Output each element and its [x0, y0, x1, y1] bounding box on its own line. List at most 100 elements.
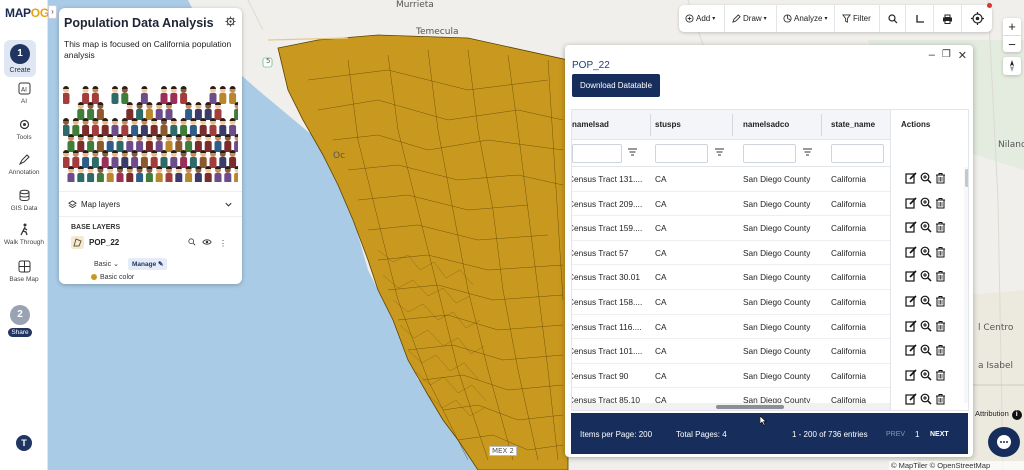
row-actions [905, 393, 946, 405]
trash-icon[interactable] [935, 246, 946, 258]
edit-icon[interactable] [905, 172, 917, 184]
collapse-sidebar-button[interactable]: › [48, 5, 57, 19]
color-label: Basic color [100, 274, 135, 281]
tool-base-map[interactable]: Base Map [2, 260, 46, 283]
close-icon[interactable]: ✕ [958, 49, 967, 62]
manage-button[interactable]: Manage ✎ [128, 258, 168, 270]
tool-ai[interactable]: AI AI [2, 82, 46, 105]
compass-button[interactable] [1003, 57, 1021, 75]
current-page: 1 [915, 430, 920, 439]
edit-icon[interactable] [905, 246, 917, 258]
vertical-scrollbar[interactable] [964, 167, 968, 403]
visibility-icon[interactable] [202, 238, 212, 246]
filter-input-namelsadco[interactable] [743, 144, 796, 163]
trash-icon[interactable] [935, 344, 946, 356]
row-actions [905, 172, 946, 184]
minimize-icon[interactable]: – [929, 49, 935, 62]
tool-walk-through[interactable]: Walk Through [2, 223, 46, 246]
filter-lines-icon[interactable] [803, 148, 812, 156]
trash-icon[interactable] [935, 393, 946, 405]
crowd-illustration [63, 86, 238, 182]
zoom-in-icon[interactable] [920, 197, 932, 209]
trash-icon[interactable] [935, 295, 946, 307]
layer-item-pop22[interactable]: POP_22 ⋮ [69, 234, 235, 252]
print-button[interactable] [933, 5, 961, 32]
prev-page-button[interactable]: PREV [886, 431, 905, 438]
zoom-in-icon[interactable] [920, 344, 932, 356]
tool-annotation[interactable]: Annotation [2, 153, 46, 176]
filter-button[interactable]: Filter [834, 5, 871, 32]
download-datatable-button[interactable]: Download Datatable [572, 74, 660, 97]
table-cell: CA [655, 198, 667, 209]
column-header[interactable]: state_name [831, 120, 875, 129]
ai-icon: AI [18, 82, 30, 95]
column-header[interactable]: stusps [655, 120, 681, 129]
compass-icon [1010, 60, 1014, 72]
locate-button[interactable] [961, 3, 992, 32]
filter-input-namelsad[interactable] [572, 144, 622, 163]
gear-icon[interactable] [225, 16, 236, 27]
measure-button[interactable] [905, 5, 933, 32]
app-logo[interactable]: MAPOG [5, 6, 49, 20]
zoom-in-icon[interactable] [920, 295, 932, 307]
svg-text:AI: AI [21, 87, 27, 94]
trash-icon[interactable] [935, 172, 946, 184]
column-header[interactable]: namelsadco [743, 120, 789, 129]
trash-icon[interactable] [935, 369, 946, 381]
user-avatar[interactable]: T [16, 435, 32, 451]
zoom-in-icon[interactable] [920, 172, 932, 184]
zoom-in-icon[interactable] [920, 246, 932, 258]
row-actions [905, 270, 946, 282]
tool-gis-data[interactable]: GIS Data [2, 189, 46, 212]
scroll-thumb[interactable] [716, 405, 784, 409]
next-page-button[interactable]: NEXT [930, 431, 949, 438]
edit-icon[interactable] [905, 369, 917, 381]
edit-icon[interactable] [905, 197, 917, 209]
ruler-icon [915, 14, 924, 23]
filter-input-state-name[interactable] [831, 144, 884, 163]
map-layers-toggle[interactable]: Map layers [59, 191, 242, 217]
zoom-control: + − [1003, 18, 1021, 52]
attribution-button[interactable]: Attribution i [975, 409, 1022, 420]
trash-icon[interactable] [935, 270, 946, 282]
scroll-thumb[interactable] [965, 169, 968, 187]
filter-lines-icon[interactable] [715, 148, 724, 156]
chat-button[interactable] [988, 427, 1020, 457]
edit-icon[interactable] [905, 393, 917, 405]
tool-tools[interactable]: Tools [2, 118, 46, 141]
edit-icon[interactable] [905, 295, 917, 307]
edit-icon[interactable] [905, 221, 917, 233]
row-actions [905, 197, 946, 209]
tool-label: Tools [16, 134, 32, 141]
zoom-in-icon[interactable] [920, 221, 932, 233]
zoom-in-icon[interactable] [920, 393, 932, 405]
draw-button[interactable]: Draw ▾ [724, 5, 767, 32]
search-button[interactable] [879, 5, 905, 32]
trash-icon[interactable] [935, 221, 946, 233]
style-select[interactable]: Basic ⌄ [91, 258, 122, 270]
top-toolbar: Add ▾ Draw ▾ Analyze ▾ Filter [679, 3, 992, 32]
zoom-in-icon[interactable] [920, 320, 932, 332]
zoom-in-button[interactable]: + [1003, 18, 1021, 35]
zoom-out-button[interactable]: − [1003, 35, 1021, 52]
horizontal-scrollbar[interactable] [572, 403, 890, 410]
analyze-button[interactable]: Analyze ▾ [776, 5, 827, 32]
trash-icon[interactable] [935, 197, 946, 209]
edit-icon[interactable] [905, 320, 917, 332]
zoom-in-icon[interactable] [920, 369, 932, 381]
zoom-to-layer-icon[interactable] [187, 238, 196, 246]
filter-lines-icon[interactable] [628, 148, 637, 156]
zoom-in-icon[interactable] [920, 270, 932, 282]
column-header[interactable]: namelsad [572, 120, 609, 129]
filter-input-stusps[interactable] [655, 144, 708, 163]
edit-icon[interactable] [905, 270, 917, 282]
table-cell: Census Tract 101.... [571, 346, 643, 357]
add-button[interactable]: Add ▾ [685, 5, 715, 32]
maximize-icon[interactable]: ❐ [942, 49, 951, 62]
step-number: 1 [10, 44, 30, 64]
step-create[interactable]: 1 Create [4, 40, 36, 77]
edit-icon[interactable] [905, 344, 917, 356]
step-share[interactable]: 2 Share [8, 305, 32, 337]
trash-icon[interactable] [935, 320, 946, 332]
more-options-icon[interactable]: ⋮ [219, 239, 227, 248]
